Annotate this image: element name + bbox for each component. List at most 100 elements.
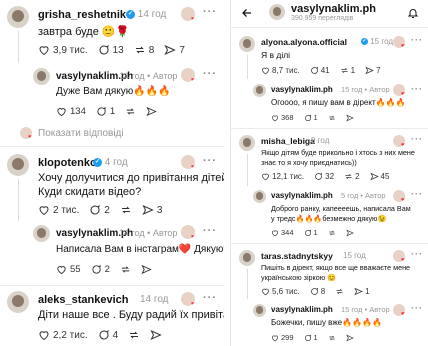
comment-username[interactable]: taras.stadnytskyy bbox=[261, 251, 333, 261]
repost-button[interactable] bbox=[128, 329, 140, 341]
comment-username[interactable]: klopotenko bbox=[38, 157, 97, 169]
avatar[interactable] bbox=[239, 250, 255, 266]
repost-button[interactable]: 2 bbox=[344, 172, 360, 181]
share-button[interactable] bbox=[150, 329, 162, 341]
repost-button[interactable]: 1 bbox=[340, 66, 355, 75]
like-button[interactable]: 55 bbox=[56, 264, 81, 275]
like-button[interactable]: 8,7 тис. bbox=[261, 66, 300, 75]
repost-button[interactable] bbox=[120, 264, 131, 275]
heart-icon bbox=[39, 206, 49, 216]
comment-time: 9 год bbox=[311, 136, 330, 145]
more-options-icon[interactable]: ··· bbox=[411, 84, 423, 94]
reply-button[interactable]: 4 bbox=[98, 329, 118, 341]
reply-count: 1 bbox=[313, 333, 318, 342]
comment-time: 5 год • Автор bbox=[341, 191, 386, 200]
repost-button[interactable] bbox=[335, 287, 344, 296]
avatar[interactable] bbox=[7, 154, 29, 176]
repost-button[interactable]: 8 bbox=[134, 44, 154, 56]
avatar[interactable] bbox=[253, 84, 266, 97]
comment-username[interactable]: vasylynaklim.ph bbox=[271, 305, 333, 314]
reply-button[interactable]: 13 bbox=[98, 44, 124, 56]
share-button[interactable]: 3 bbox=[142, 204, 163, 216]
share-button[interactable] bbox=[345, 229, 354, 237]
like-button[interactable]: 134 bbox=[56, 106, 86, 117]
avatar[interactable] bbox=[33, 225, 50, 242]
like-button[interactable]: 299 bbox=[271, 333, 294, 342]
comment-text: Я в ділі bbox=[261, 50, 291, 60]
share-button[interactable]: 7 bbox=[365, 66, 381, 75]
header-avatar[interactable] bbox=[269, 4, 285, 20]
reply-button[interactable]: 2 bbox=[89, 204, 110, 216]
like-count: 299 bbox=[281, 333, 294, 342]
send-icon bbox=[150, 329, 162, 341]
avatar[interactable] bbox=[253, 304, 266, 317]
comment-username[interactable]: vasylynaklim.ph bbox=[271, 85, 333, 94]
share-button[interactable] bbox=[141, 264, 152, 275]
repost-button[interactable] bbox=[328, 229, 336, 237]
more-options-icon[interactable]: ··· bbox=[203, 6, 217, 18]
like-button[interactable]: 12,1 тис. bbox=[261, 172, 304, 181]
share-button[interactable] bbox=[345, 114, 354, 122]
share-count: 3 bbox=[156, 204, 163, 216]
like-button[interactable]: 5,6 тис. bbox=[261, 287, 300, 296]
like-button[interactable]: 3,9 тис. bbox=[38, 44, 88, 56]
share-button[interactable]: 1 bbox=[354, 287, 370, 296]
reply-button[interactable]: 8 bbox=[310, 287, 325, 296]
avatar[interactable] bbox=[239, 36, 255, 52]
avatar[interactable] bbox=[253, 190, 266, 203]
comment-time: ✓ 14 год bbox=[126, 9, 166, 20]
share-button[interactable] bbox=[345, 334, 354, 342]
repost-button[interactable] bbox=[328, 114, 336, 122]
more-options-icon[interactable]: ··· bbox=[411, 35, 423, 45]
reply-button[interactable]: 1 bbox=[96, 106, 115, 117]
show-replies-link[interactable]: Показати відповіді bbox=[38, 128, 124, 139]
share-button[interactable]: 45 bbox=[369, 172, 389, 181]
more-options-icon[interactable]: ··· bbox=[411, 134, 423, 144]
comment-icon bbox=[315, 172, 323, 180]
heart-icon bbox=[57, 266, 66, 275]
reply-button[interactable]: 41 bbox=[310, 66, 330, 75]
like-button[interactable]: 368 bbox=[271, 113, 294, 122]
comment-username[interactable]: misha_lebiga bbox=[261, 136, 315, 146]
notifications-button[interactable] bbox=[407, 6, 419, 24]
comment-username[interactable]: alyona.alyona.official bbox=[261, 37, 347, 47]
more-options-icon[interactable]: ··· bbox=[203, 155, 217, 167]
liker-avatar-icon bbox=[181, 7, 195, 21]
reply-button[interactable]: 1 bbox=[304, 333, 318, 342]
avatar[interactable] bbox=[7, 291, 29, 313]
reply-count: 32 bbox=[325, 172, 335, 181]
comment-username[interactable]: vasylynaklim.ph bbox=[271, 191, 333, 200]
reply-button[interactable]: 2 bbox=[91, 264, 110, 275]
more-options-icon[interactable]: ··· bbox=[203, 292, 217, 304]
share-button[interactable] bbox=[146, 106, 157, 117]
avatar[interactable] bbox=[33, 68, 50, 85]
send-icon bbox=[369, 172, 379, 181]
comment-username[interactable]: grisha_reshetnik bbox=[38, 9, 126, 21]
reply-button[interactable]: 32 bbox=[314, 172, 334, 181]
more-options-icon[interactable]: ··· bbox=[411, 249, 423, 259]
reply-button[interactable]: 1 bbox=[304, 113, 318, 122]
more-options-icon[interactable]: ··· bbox=[411, 189, 423, 199]
like-button[interactable]: 2,2 тис. bbox=[38, 329, 88, 341]
repost-button[interactable] bbox=[328, 334, 336, 342]
comment-username[interactable]: aleks_stankevich bbox=[38, 294, 129, 306]
more-options-icon[interactable]: ··· bbox=[411, 303, 423, 313]
more-options-icon[interactable]: ··· bbox=[203, 225, 217, 237]
avatar[interactable] bbox=[7, 6, 29, 28]
more-options-icon[interactable]: ··· bbox=[203, 68, 217, 80]
comment-text: Написала Вам в інстаграм❤️ Дякую❤️🔥 bbox=[56, 244, 224, 255]
time-label: 15 год bbox=[341, 305, 363, 314]
like-button[interactable]: 2 тис. bbox=[38, 204, 79, 216]
send-icon bbox=[345, 114, 354, 121]
divider bbox=[231, 27, 428, 28]
back-button[interactable] bbox=[241, 6, 253, 22]
share-button[interactable]: 7 bbox=[164, 44, 185, 56]
repost-button[interactable] bbox=[120, 204, 132, 216]
comment-actions: 2,2 тис. 4 bbox=[38, 329, 172, 341]
repost-icon bbox=[345, 173, 352, 180]
like-button[interactable]: 344 bbox=[271, 228, 294, 237]
avatar[interactable] bbox=[239, 135, 255, 151]
reply-button[interactable]: 1 bbox=[304, 228, 318, 237]
repost-button[interactable] bbox=[125, 106, 136, 117]
share-count: 7 bbox=[376, 66, 381, 75]
